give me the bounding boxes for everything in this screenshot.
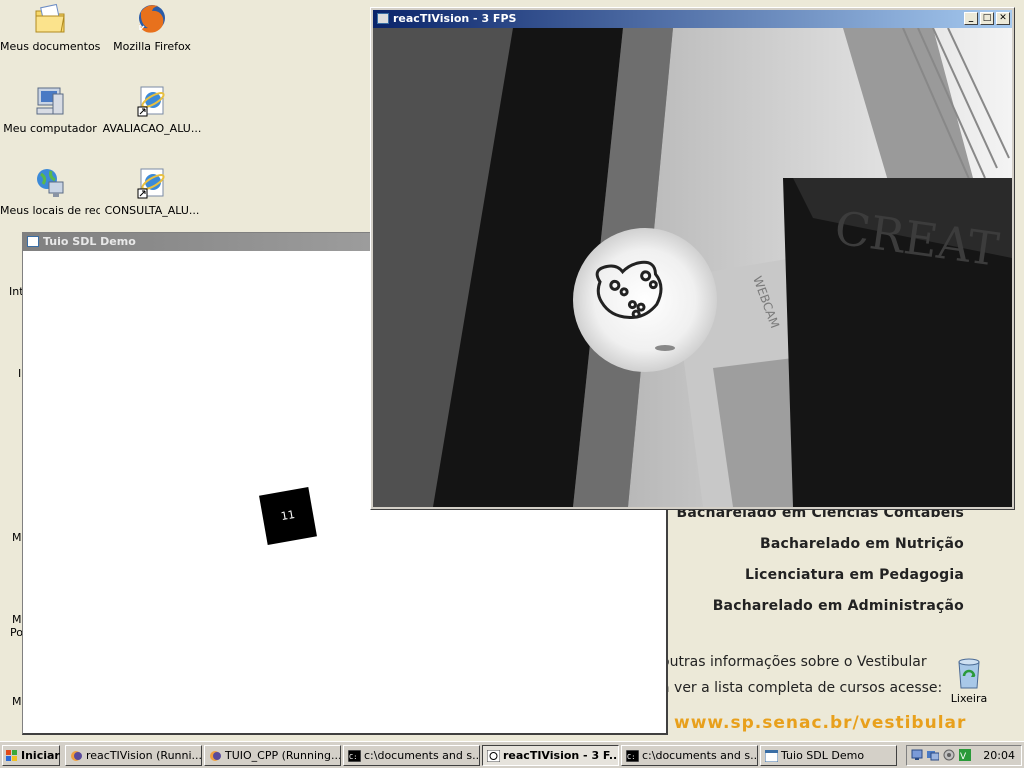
desktop-icon-meus-documentos[interactable]: Meus documentos [0,2,100,53]
desktop-icon-avaliacao[interactable]: AVALIACAO_ALU... [102,84,202,135]
wallpaper-url: www.sp.senac.br/vestibular [674,713,967,733]
taskbar-item[interactable]: reacTIVision (Runni... [65,745,202,766]
wallpaper-course: Licenciatura em Pedagogia [745,567,964,583]
recycle-bin-icon [952,656,986,690]
taskbar-item[interactable]: TUIO_CPP (Running... [204,745,341,766]
desktop-icon-label: Mozilla Firefox [113,40,191,53]
close-button[interactable]: ✕ [996,12,1010,25]
svg-text:C:: C: [349,753,357,761]
reactivision-window-titlebar[interactable]: reacTIVision - 3 FPS _ □ ✕ [373,10,1012,28]
my-computer-icon [33,84,67,118]
reactivision-icon [486,749,501,763]
folder-documents-icon [33,2,67,36]
hidden-icon-label: I [18,367,22,380]
ie-shortcut-icon [135,84,169,118]
antivirus-tray-icon[interactable]: V [959,749,971,762]
eclipse-icon [70,749,83,761]
taskbar-item-label: TUIO_CPP (Running... [225,749,341,762]
desktop-icon-label: AVALIACAO_ALU... [102,122,202,135]
taskbar-item-active[interactable]: reacTIVision - 3 F... [482,745,619,766]
desktop-icon-consulta[interactable]: CONSULTA_ALU... [102,166,202,217]
fiducial-marker-id: 11 [279,507,296,524]
desktop-icon-label: Lixeira [950,692,988,705]
window-title: reacTIVision - 3 FPS [393,12,517,25]
window-app-icon [27,236,39,247]
taskbar-item-label: Tuio SDL Demo [781,749,865,762]
wallpaper-course: Bacharelado em Administração [712,598,964,614]
desktop-icon-label: CONSULTA_ALU... [104,204,200,217]
svg-text:V: V [960,752,967,761]
wallpaper-course: Bacharelado em Nutrição [760,536,964,552]
firefox-icon [135,2,169,36]
console-icon: C: [625,749,640,763]
desktop-icon-firefox[interactable]: Mozilla Firefox [102,2,202,53]
svg-text:C:: C: [627,753,635,761]
network-tray-icon[interactable] [911,749,923,761]
window-title: Tuio SDL Demo [43,235,136,248]
maximize-button[interactable]: □ [980,12,994,25]
taskbar-item[interactable]: Tuio SDL Demo [760,745,897,766]
system-tray: V 20:04 [906,745,1022,766]
start-button[interactable]: Iniciar [2,745,60,766]
network-places-icon [33,166,67,200]
desktop-icon-label: Meus documentos [0,40,100,53]
desktop-icon-meus-locais-de-rede[interactable]: Meus locais de rede [0,166,100,217]
taskbar-clock[interactable]: 20:04 [983,746,1015,765]
reactivision-window[interactable]: reacTIVision - 3 FPS _ □ ✕ CREAT WEBCAM [370,7,1015,510]
eclipse-icon [209,749,222,761]
desktop-icon-label: Meus locais de rede [0,204,100,217]
display-tray-icon[interactable] [927,749,940,761]
desktop-icon-label: Meu computador [3,122,97,135]
ie-shortcut-icon [135,166,169,200]
camera-view: CREAT WEBCAM [373,28,1012,507]
desktop-icon-meu-computador[interactable]: Meu computador [0,84,100,135]
windows-flag-icon [6,749,18,761]
taskbar-item[interactable]: C: c:\documents and s... [621,745,758,766]
window-icon [764,749,779,763]
taskbar-item-label: reacTIVision - 3 F... [503,749,619,762]
taskbar-item-label: c:\documents and s... [642,749,758,762]
volume-tray-icon[interactable] [943,749,955,761]
desktop-icon-lixeira[interactable]: Lixeira [938,656,1000,705]
taskbar-item-label: c:\documents and s... [364,749,480,762]
taskbar-item-label: reacTIVision (Runni... [86,749,202,762]
wallpaper-info: a ver a lista completa de cursos acesse: [661,680,943,696]
console-icon: C: [347,749,362,763]
minimize-button[interactable]: _ [964,12,978,25]
window-app-icon [377,13,389,24]
fiducial-marker[interactable]: 11 [259,487,317,545]
wallpaper-info: outras informações sobre o Vestibular [661,654,927,670]
start-label: Iniciar [21,749,60,762]
taskbar: Iniciar reacTIVision (Runni... TUIO_CPP … [0,741,1024,768]
taskbar-item[interactable]: C: c:\documents and s... [343,745,480,766]
